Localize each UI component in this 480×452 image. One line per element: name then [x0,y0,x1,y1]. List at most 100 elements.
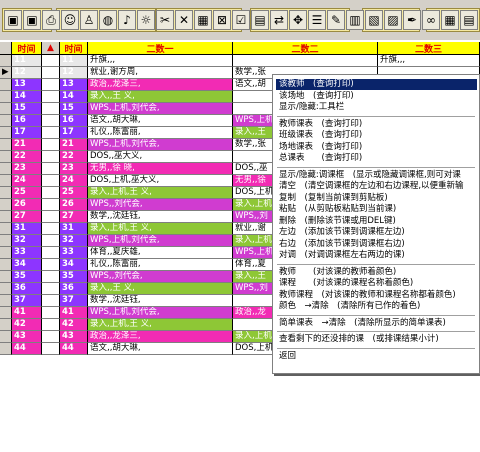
menu-item[interactable]: 简单课表 →清除 (清除所显示的简单课表) [279,318,446,329]
row-selector[interactable] [0,79,12,91]
period-cell[interactable]: 22 [60,151,88,163]
menu-item[interactable]: 该场地 (查询打印) [279,91,354,102]
lesson-cell[interactable]: 政治,,龙泽三, [88,331,233,343]
lesson-cell[interactable]: 语文,,胡大琳, [88,343,233,355]
row-selector[interactable] [0,343,12,355]
period-cell[interactable]: 11 [60,55,88,67]
spacer-cell[interactable] [42,295,60,307]
period-cell[interactable]: 16 [60,115,88,127]
disk-icon[interactable]: ▣ [23,10,41,30]
period-cell-left[interactable]: 22 [12,151,42,163]
time-header[interactable]: 时间 [60,42,88,55]
period-cell[interactable]: 43 [60,331,88,343]
spacer-cell[interactable] [42,103,60,115]
users-icon[interactable]: ☺ [61,10,79,30]
lesson-cell[interactable]: WPS,上机,刘代会, [88,139,233,151]
menu-item[interactable]: 复制 (复制当前课到剪贴板) [279,193,388,204]
period-cell[interactable]: 12 [60,67,88,79]
menu-item[interactable]: 对调 (对调调课框左右两边的课) [279,250,405,261]
globe-icon[interactable]: ◍ [99,10,117,30]
folder-icon[interactable]: ▨ [384,10,402,30]
spacer-cell[interactable] [42,199,60,211]
user-icon[interactable]: ♙ [80,10,98,30]
lesson-cell[interactable] [233,55,378,67]
menu-item[interactable]: 右边 (添加该节课到调课框右边) [279,239,405,250]
spacer-cell[interactable] [42,307,60,319]
period-cell-left[interactable]: 15 [12,103,42,115]
cross-icon[interactable]: ✕ [175,10,193,30]
period-cell[interactable]: 32 [60,235,88,247]
period-cell-left[interactable]: 11 [12,55,42,67]
period-cell[interactable]: 31 [60,223,88,235]
menu-item[interactable]: 场地课表 (查询打印) [279,142,362,153]
lightbulb-icon[interactable]: ☼ [137,10,155,30]
row-selector[interactable] [0,235,12,247]
period-cell[interactable]: 41 [60,307,88,319]
period-cell-left[interactable]: 36 [12,283,42,295]
period-cell[interactable]: 35 [60,271,88,283]
period-cell-left[interactable]: 24 [12,175,42,187]
row-selector[interactable] [0,163,12,175]
document-icon[interactable]: ▤ [460,10,478,30]
spacer-cell[interactable] [42,235,60,247]
lesson-cell[interactable]: 无男,,徐 晓, [88,163,233,175]
spacer-cell[interactable] [42,271,60,283]
period-cell-left[interactable]: 25 [12,187,42,199]
period-cell[interactable]: 36 [60,283,88,295]
period-cell-left[interactable]: 23 [12,163,42,175]
period-cell-left[interactable]: 41 [12,307,42,319]
period-cell[interactable]: 25 [60,187,88,199]
row-selector[interactable] [0,199,12,211]
row-selector[interactable] [0,55,12,67]
menu-item[interactable]: 粘贴 (从剪贴板粘贴到当前课) [279,204,396,215]
row-selector[interactable] [0,307,12,319]
period-cell[interactable]: 24 [60,175,88,187]
spacer-cell[interactable] [42,151,60,163]
lesson-cell[interactable]: 体育,,夏庆雄, [88,247,233,259]
spacer-cell[interactable] [42,79,60,91]
period-cell-left[interactable]: 26 [12,199,42,211]
class-header-3[interactable]: 二数三 [378,42,480,55]
lesson-cell[interactable]: 就业,谢方周, [88,67,233,79]
period-cell[interactable]: 44 [60,343,88,355]
lesson-cell[interactable]: WPS,上机,刘代会, [88,235,233,247]
spacer-cell[interactable] [42,67,60,79]
move-icon[interactable]: ✥ [289,10,307,30]
menu-item[interactable]: 显示/隐藏:工具栏 [279,102,344,113]
list-icon[interactable]: ☰ [308,10,326,30]
row-selector[interactable] [0,127,12,139]
lesson-cell[interactable]: 语文,,胡大琳, [88,115,233,127]
menu-item[interactable]: 班级课表 (查询打印) [279,130,362,141]
menu-item[interactable]: 该教师 (查询打印) [276,79,477,90]
period-cell[interactable]: 27 [60,211,88,223]
lesson-cell[interactable]: 礼仪,,陈富丽, [88,127,233,139]
menu-item[interactable]: 清空 (清空调课框的左边和右边课程,以便重新输 [279,181,464,192]
row-selector[interactable] [0,331,12,343]
menu-item[interactable]: 教师课程 (对该课的教师和课程名称都着颜色) [279,290,456,301]
spacer-cell[interactable] [42,115,60,127]
period-cell[interactable]: 23 [60,163,88,175]
lesson-cell[interactable]: DOS,上机,巫大义, [88,175,233,187]
spacer-cell[interactable] [42,343,60,355]
lesson-cell[interactable]: 升旗,,, [88,55,233,67]
grid-cut-icon[interactable]: ▦ [194,10,212,30]
period-cell-left[interactable]: 16 [12,115,42,127]
period-cell[interactable]: 37 [60,295,88,307]
spacer-cell[interactable] [42,175,60,187]
pen-icon[interactable]: ✒ [403,10,421,30]
period-cell[interactable]: 34 [60,259,88,271]
row-selector[interactable] [0,295,12,307]
row-selector[interactable] [0,247,12,259]
period-cell[interactable]: 13 [60,79,88,91]
arrows-icon[interactable]: ⇄ [270,10,288,30]
period-cell-left[interactable]: 42 [12,319,42,331]
book-icon[interactable]: ▧ [365,10,383,30]
menu-item[interactable]: 教师 (对该课的教师着颜色) [279,267,396,278]
row-selector[interactable] [0,175,12,187]
period-cell-left[interactable]: 31 [12,223,42,235]
lesson-cell[interactable]: 数学,,沈廷钰, [88,295,233,307]
menu-item[interactable]: 教师课表 (查询打印) [279,119,362,130]
lesson-cell[interactable]: 政治,,龙泽三, [88,79,233,91]
lesson-cell[interactable]: 数学,,沈廷钰, [88,211,233,223]
lesson-cell[interactable]: 录入,上机,王 义, [88,223,233,235]
